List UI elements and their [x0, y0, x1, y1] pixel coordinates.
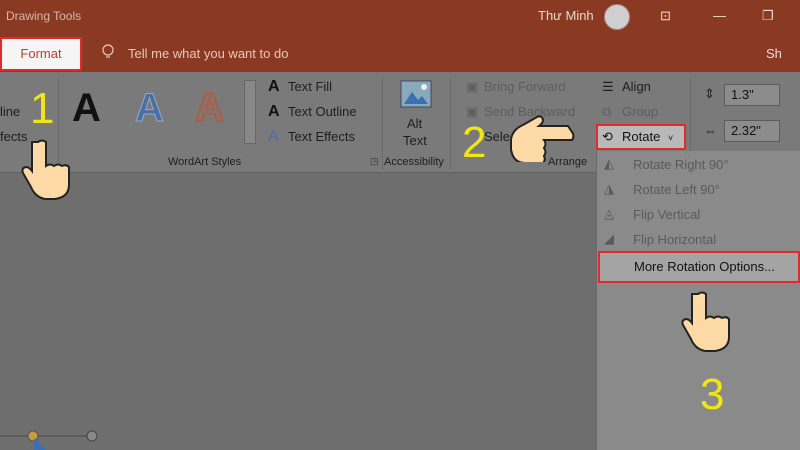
- pointing-hand-icon: [510, 115, 575, 162]
- wordart-style-orange-outline[interactable]: A: [194, 85, 225, 131]
- ribbon-display-icon[interactable]: ⊡: [660, 8, 671, 24]
- wordart-gallery-scroll[interactable]: [244, 80, 256, 144]
- rotate-icon: ⟲: [602, 129, 613, 144]
- pointing-hand-icon: [681, 291, 730, 352]
- pointing-hand-icon: [21, 139, 70, 200]
- group-divider: [450, 78, 451, 170]
- lightbulb-icon: [102, 44, 114, 58]
- avatar[interactable]: [604, 4, 630, 30]
- tell-me-search[interactable]: Tell me what you want to do: [128, 46, 288, 61]
- group-divider: [382, 78, 383, 170]
- width-icon: ⇔: [704, 123, 717, 138]
- dialog-launcher-icon[interactable]: ◳: [370, 156, 379, 167]
- rotate-right-90-item[interactable]: Rotate Right 90°: [633, 157, 729, 172]
- group-button[interactable]: Group: [622, 104, 658, 119]
- flip-vertical-item[interactable]: Flip Vertical: [633, 207, 700, 222]
- width-field[interactable]: 2.32": [724, 120, 780, 142]
- user-name[interactable]: Thư Minh: [538, 8, 594, 23]
- flip-horizontal-icon: ◢: [604, 231, 614, 246]
- context-tab-label: Drawing Tools: [6, 9, 82, 23]
- bring-forward-button[interactable]: Bring Forward: [484, 79, 566, 94]
- step-number-1: 1: [30, 84, 55, 133]
- text-outline-icon: A: [268, 103, 280, 120]
- tab-row: [0, 36, 800, 72]
- restore-icon[interactable]: ❐: [762, 8, 774, 24]
- flip-vertical-icon: ◬: [604, 206, 614, 221]
- slide-canvas[interactable]: [0, 172, 596, 450]
- rotate-left-icon: ◮: [604, 181, 614, 196]
- tab-format[interactable]: Format: [0, 37, 82, 71]
- align-icon: ☰: [602, 79, 614, 94]
- minimize-icon[interactable]: —: [713, 8, 726, 23]
- bring-forward-icon: ▣: [466, 79, 479, 94]
- height-field[interactable]: 1.3": [724, 84, 780, 106]
- wordart-style-black[interactable]: A: [72, 86, 101, 131]
- step-number-3: 3: [700, 370, 725, 419]
- step-number-2: 2: [462, 118, 487, 167]
- group-icon: ⧉: [602, 104, 612, 119]
- height-icon: ⇕: [704, 86, 715, 101]
- text-fill-button[interactable]: Text Fill: [288, 79, 332, 94]
- title-bar: Drawing Tools Thư Minh ⊡ — ❐: [0, 0, 800, 36]
- text-fill-icon: A: [268, 78, 280, 95]
- accessibility-group-label: Accessibility: [384, 156, 444, 168]
- selected-shape-handles[interactable]: [0, 420, 110, 450]
- flip-horizontal-item[interactable]: Flip Horizontal: [633, 232, 716, 247]
- text-effects-button[interactable]: Text Effects: [288, 129, 355, 144]
- alt-text-line2[interactable]: Text: [403, 133, 427, 148]
- wordart-group-label: WordArt Styles: [168, 156, 242, 168]
- more-rotation-options-item[interactable]: More Rotation Options...: [598, 251, 800, 283]
- rotate-button[interactable]: ⟲ Rotate ˅: [596, 124, 686, 150]
- rotate-left-90-item[interactable]: Rotate Left 90°: [633, 182, 720, 197]
- canvas-edge: [0, 172, 596, 173]
- wordart-style-blue[interactable]: A: [135, 86, 165, 131]
- alt-text-line1[interactable]: Alt: [407, 116, 422, 131]
- chevron-down-icon: ˅: [667, 133, 674, 143]
- text-outline-button[interactable]: Text Outline: [288, 104, 357, 119]
- rotate-label: Rotate: [622, 129, 661, 144]
- rotate-right-icon: ◭: [604, 156, 614, 171]
- shape-outline-partial[interactable]: line: [0, 104, 20, 119]
- alt-text-icon: [400, 80, 432, 108]
- share-button[interactable]: Sh: [766, 46, 782, 61]
- text-effects-icon: A: [268, 128, 279, 145]
- align-button[interactable]: Align: [622, 79, 651, 94]
